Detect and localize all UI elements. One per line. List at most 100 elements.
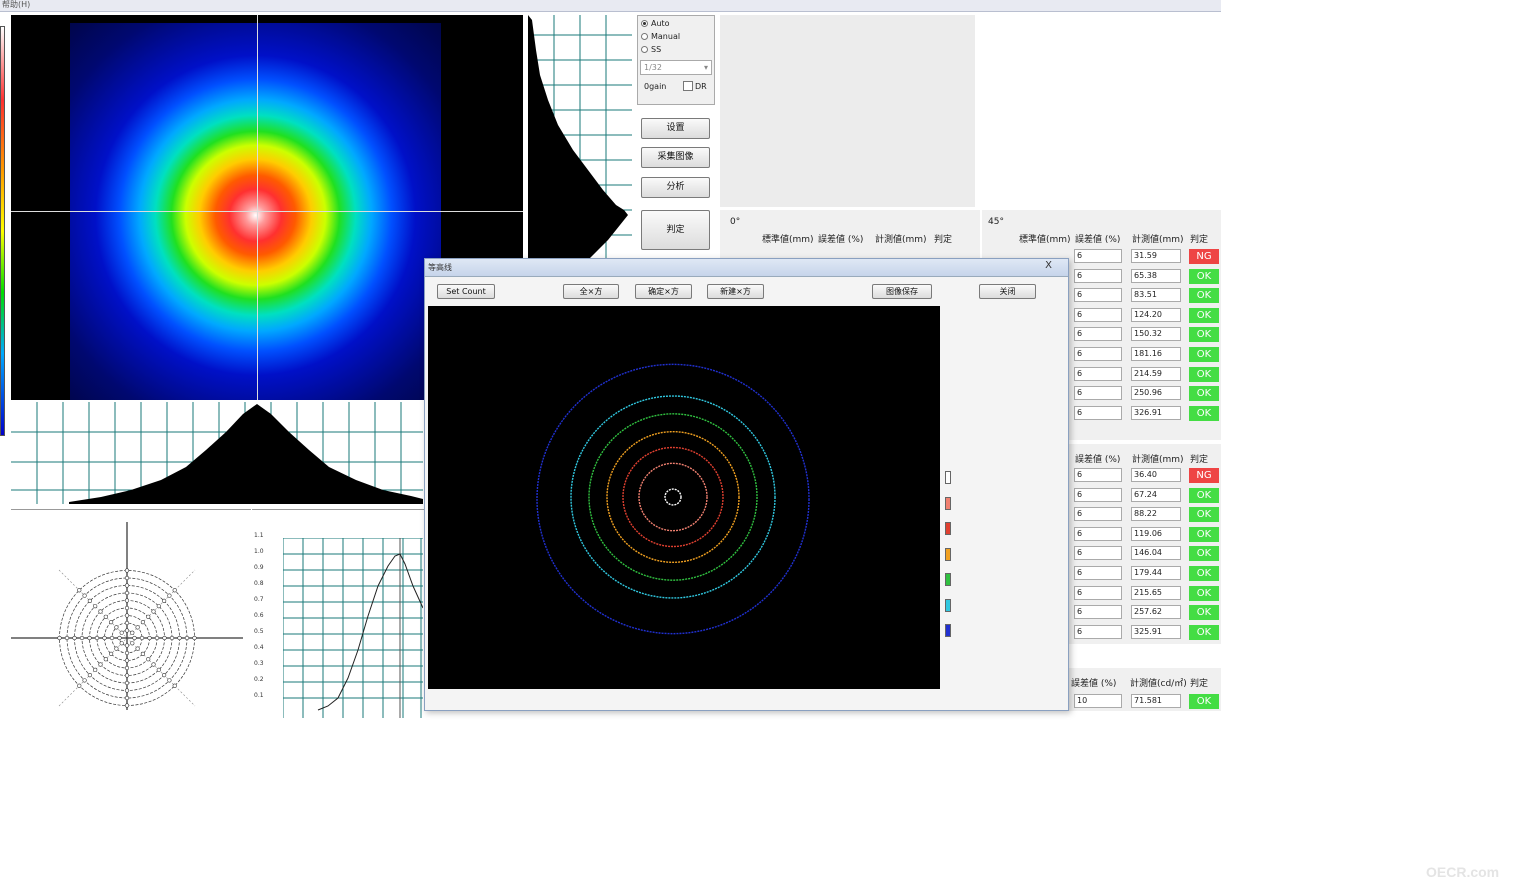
error-cell[interactable]: 10 (1074, 694, 1122, 708)
error-cell[interactable]: 6 (1074, 307, 1122, 322)
mode-radio-auto[interactable]: Auto (641, 17, 680, 30)
legend-swatch (945, 522, 951, 535)
error-cell[interactable]: 6 (1074, 566, 1122, 580)
capture-image-button[interactable]: 采集图像 (641, 147, 710, 168)
error-cell[interactable]: 6 (1074, 468, 1122, 482)
measured-cell[interactable]: 150.32 (1131, 327, 1181, 342)
group-second: 誤差値 (%) 計測値(mm) 判定 6 36.40 NG 6 67.24 OK 6 88.2… (1068, 444, 1221, 644)
y-tick-label: 0.7 (254, 596, 264, 603)
error-cell[interactable]: 6 (1074, 585, 1122, 600)
new-button[interactable]: 新建×方 (707, 284, 764, 299)
save-image-button[interactable]: 图像保存 (872, 284, 932, 299)
polar-marker (124, 583, 130, 588)
error-cell[interactable]: 6 (1074, 327, 1122, 342)
col45-judge: 判定 (1190, 235, 1209, 245)
gain-label: 0gain (644, 82, 667, 91)
error-cell[interactable]: 6 (1074, 605, 1122, 620)
error-cell[interactable]: 6 (1074, 249, 1122, 263)
measured-cell[interactable]: 215.65 (1131, 585, 1181, 600)
polar-marker (162, 598, 167, 603)
polar-marker (82, 678, 87, 683)
error-cell[interactable]: 6 (1074, 405, 1122, 420)
measured-cell[interactable]: 71.581 (1131, 694, 1181, 708)
measured-cell[interactable]: 83.51 (1131, 288, 1181, 303)
preview-panel (720, 15, 975, 207)
error-cell[interactable]: 6 (1074, 288, 1122, 303)
polar-marker (124, 643, 130, 648)
contour-ring (606, 430, 740, 564)
mode-radio-label: Manual (651, 32, 681, 41)
measured-cell[interactable]: 214.59 (1131, 366, 1181, 381)
col2-judge: 判定 (1190, 455, 1209, 465)
mode-radio-manual[interactable]: Manual (641, 30, 680, 43)
judge-badge: OK (1189, 585, 1219, 601)
legend-swatch (945, 573, 951, 586)
legend-swatch (945, 624, 951, 637)
shutter-select[interactable]: 1/32 ▾ (640, 60, 712, 75)
contour-ring (664, 488, 682, 506)
measured-cell[interactable]: 119.06 (1131, 526, 1181, 541)
close-dialog-button[interactable]: 关闭 (979, 284, 1036, 299)
error-cell[interactable]: 6 (1074, 268, 1122, 283)
judge-badge: OK (1189, 487, 1219, 503)
confirm-button[interactable]: 确定×方 (635, 284, 692, 299)
polar-marker (192, 635, 197, 641)
dialog-titlebar[interactable]: 等高线 X (425, 259, 1068, 277)
color-scale-bar (0, 26, 5, 436)
all-button[interactable]: 全×方 (563, 284, 619, 299)
legend-swatch (945, 496, 951, 510)
settings-button[interactable]: 设置 (641, 118, 710, 139)
judge-button[interactable]: 判定 (641, 210, 710, 250)
polar-marker (156, 604, 161, 609)
measured-cell[interactable]: 146.04 (1131, 546, 1181, 561)
legend-swatch (945, 598, 951, 612)
y-tick-label: 0.1 (254, 692, 264, 699)
polar-marker (169, 635, 175, 641)
measured-cell[interactable]: 124.20 (1131, 307, 1181, 322)
measured-cell[interactable]: 181.16 (1131, 347, 1181, 361)
polar-marker (132, 635, 137, 641)
error-cell[interactable]: 6 (1074, 546, 1122, 561)
contour-ring (638, 462, 708, 532)
error-cell[interactable]: 6 (1074, 347, 1122, 361)
error-cell[interactable]: 6 (1074, 507, 1122, 522)
polar-marker (108, 619, 114, 625)
measured-cell[interactable]: 325.91 (1131, 624, 1181, 639)
radio-icon (641, 33, 648, 40)
polar-marker (177, 635, 182, 641)
dr-checkbox[interactable]: DR (683, 81, 707, 91)
error-cell[interactable]: 6 (1074, 487, 1122, 502)
y-tick-label: 0.3 (254, 660, 264, 667)
error-cell[interactable]: 6 (1074, 624, 1122, 639)
menu-help[interactable]: 帮助(H) (2, 0, 30, 10)
error-cell[interactable]: 6 (1074, 526, 1122, 541)
contour-canvas[interactable] (428, 306, 940, 689)
error-cell[interactable]: 6 (1074, 386, 1122, 401)
polar-marker (98, 609, 103, 614)
chevron-down-icon: ▾ (703, 63, 708, 72)
col2-measured: 計測値(mm) (1132, 455, 1184, 465)
measured-cell[interactable]: 257.62 (1131, 605, 1181, 620)
polar-marker (87, 635, 92, 641)
error-cell[interactable]: 6 (1074, 366, 1122, 381)
polar-marker (103, 614, 108, 619)
measured-cell[interactable]: 67.24 (1131, 487, 1181, 502)
measured-cell[interactable]: 179.44 (1131, 566, 1181, 580)
menubar: 帮助(H) (0, 0, 1221, 12)
close-icon[interactable]: X (1045, 260, 1052, 271)
judge-badge: OK (1189, 386, 1219, 402)
judge-badge: OK (1189, 307, 1219, 323)
measured-cell[interactable]: 31.59 (1131, 249, 1181, 263)
measured-cell[interactable]: 250.96 (1131, 386, 1181, 401)
measured-cell[interactable]: 326.91 (1131, 405, 1181, 420)
judge-badge: OK (1189, 694, 1219, 709)
camera-control-group: Auto Manual SS 1/32 ▾ 0gain DR (637, 15, 715, 105)
measured-cell[interactable]: 65.38 (1131, 268, 1181, 283)
measured-cell[interactable]: 88.22 (1131, 507, 1181, 522)
mode-radio-ss[interactable]: SS (641, 43, 680, 56)
measured-cell[interactable]: 36.40 (1131, 468, 1181, 482)
judge-badge: OK (1189, 526, 1219, 542)
set-count-button[interactable]: Set Count (437, 284, 495, 299)
distribution-profile-chart: 1.1 1.0 0.9 0.8 0.7 0.6 0.5 0.4 0.3 0.2 0.1 (252, 509, 424, 718)
analyze-button[interactable]: 分析 (641, 177, 710, 198)
